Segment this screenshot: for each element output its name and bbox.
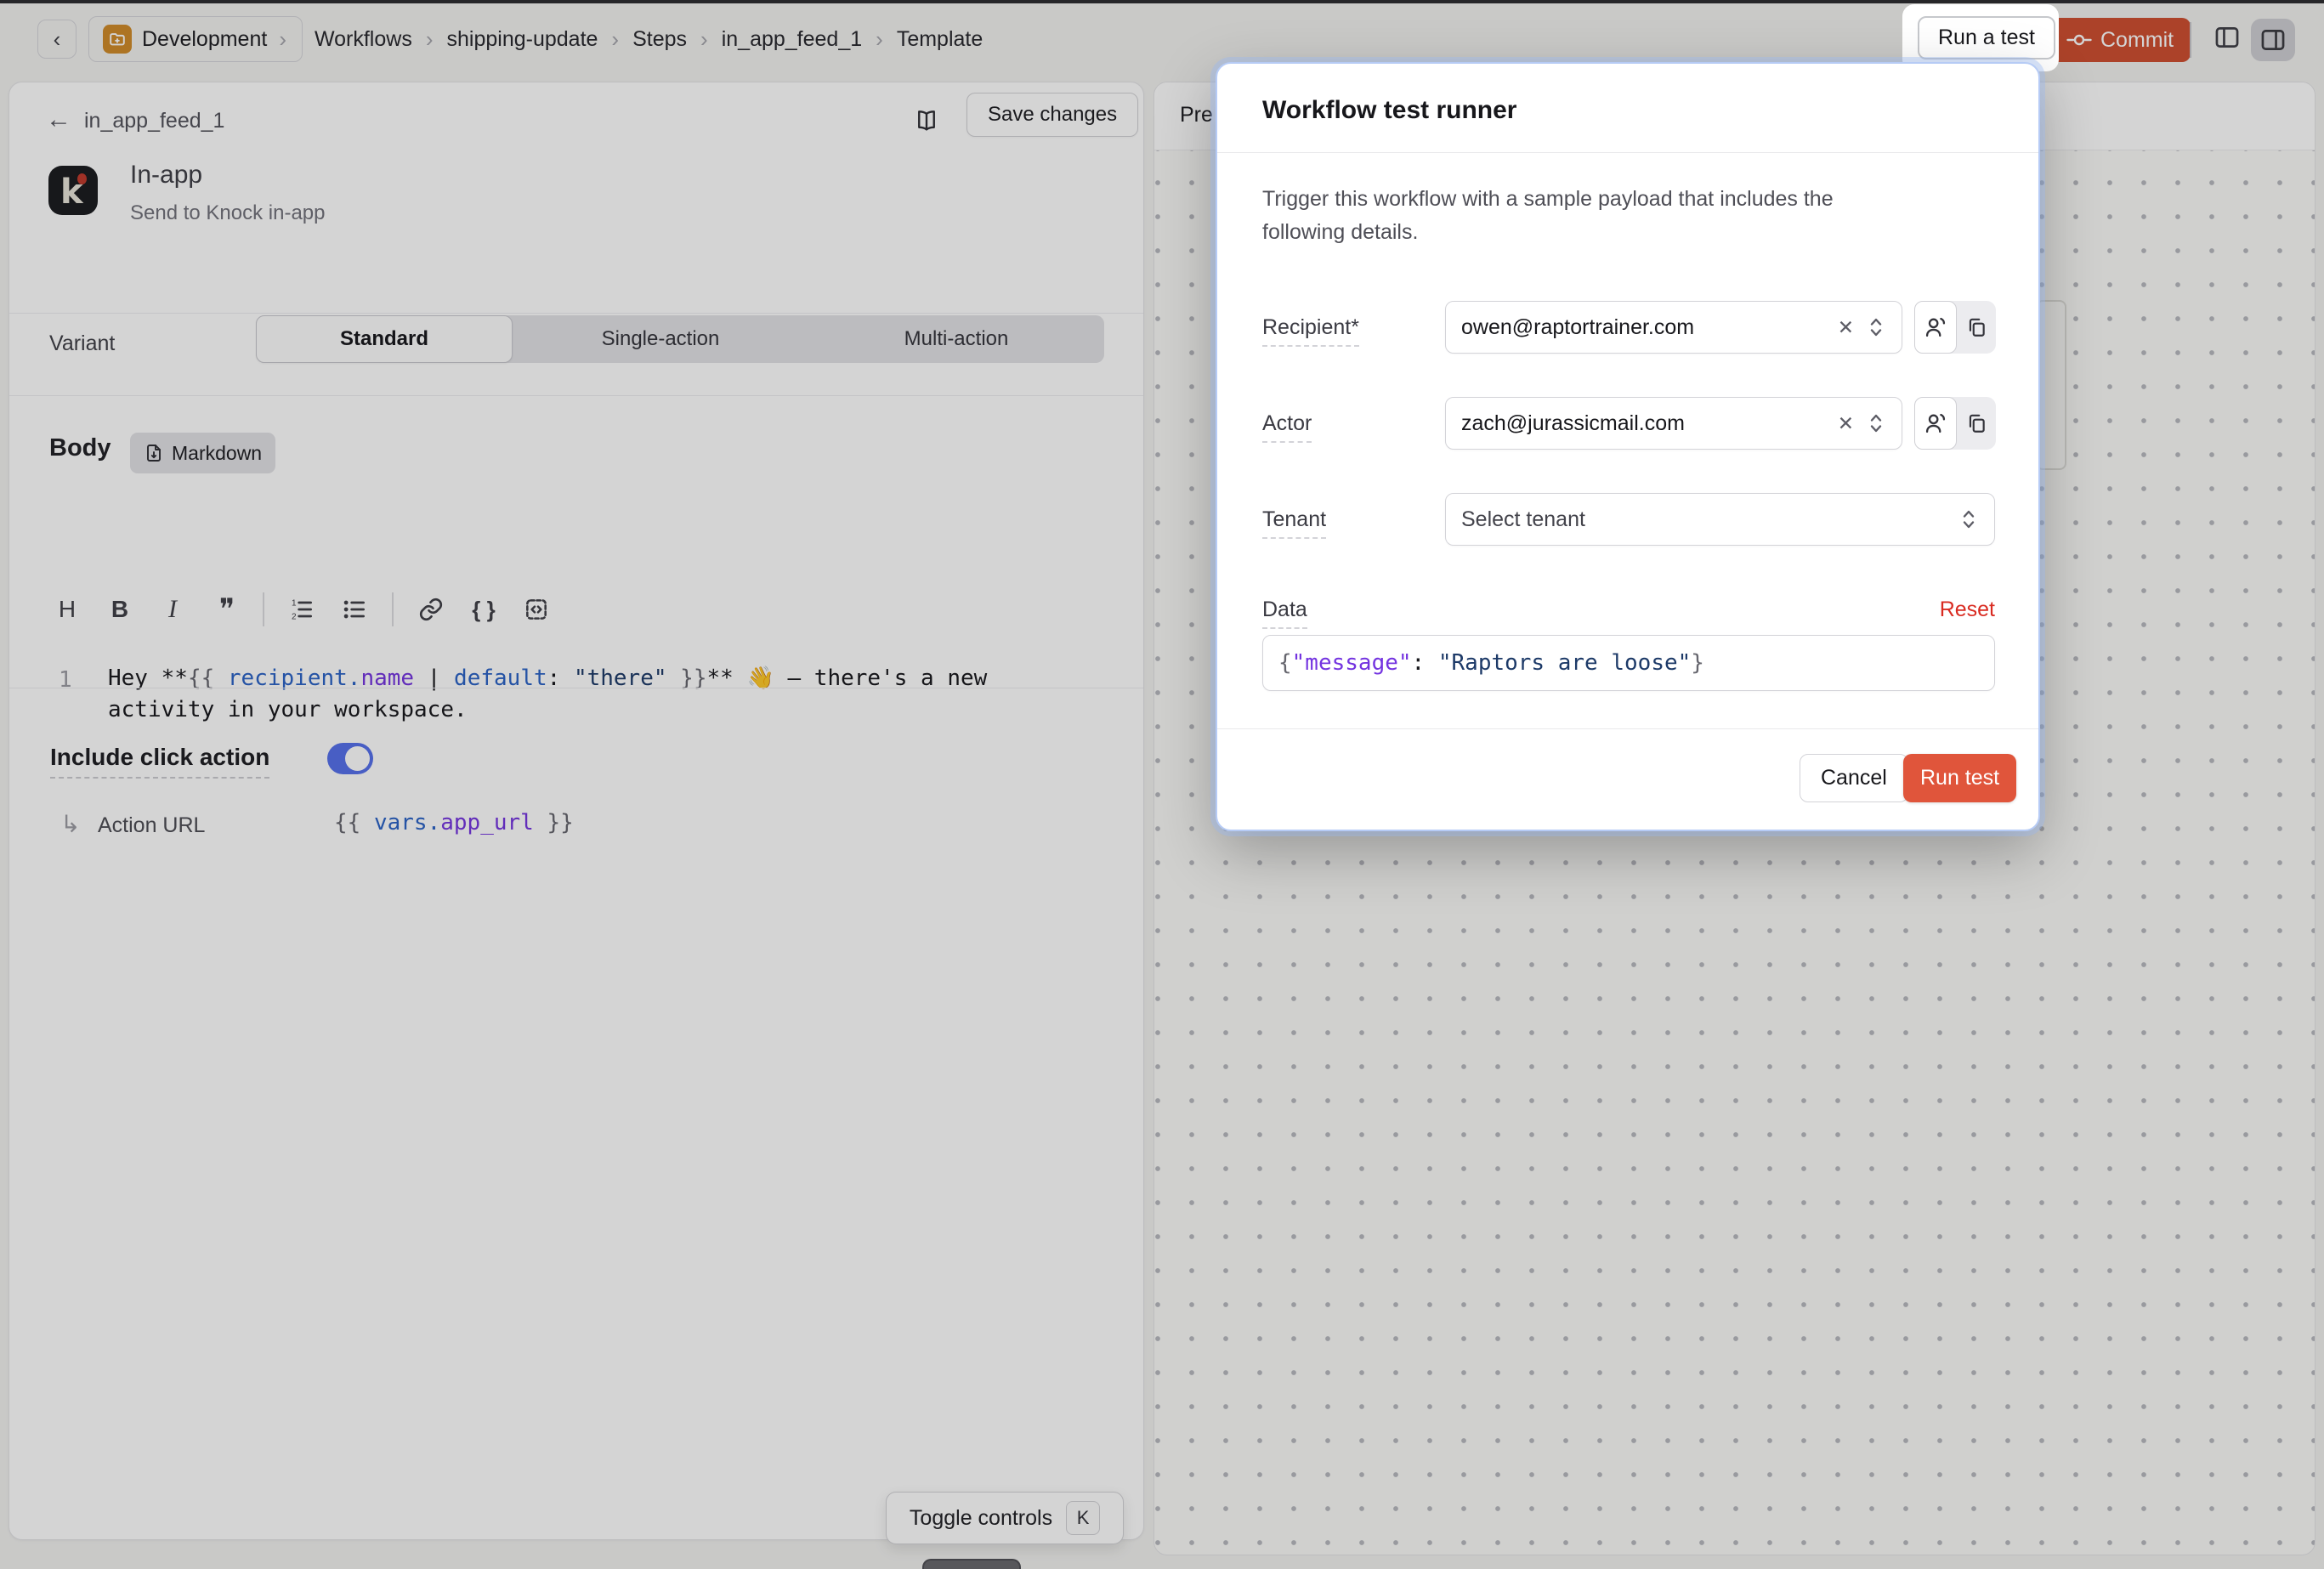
recipient-value: owen@raptortrainer.com — [1461, 315, 1826, 340]
actor-combobox[interactable]: zach@jurassicmail.com ✕ — [1445, 397, 1902, 450]
chevron-updown-icon — [1958, 507, 1979, 531]
tenant-select[interactable]: Select tenant — [1445, 493, 1995, 546]
run-a-test-button[interactable]: Run a test — [1918, 16, 2055, 59]
workflow-test-runner-modal: Workflow test runner Trigger this workfl… — [1216, 62, 2040, 831]
modal-title: Workflow test runner — [1262, 96, 1516, 125]
actor-label: Actor — [1262, 411, 1312, 443]
user-select-icon[interactable] — [1914, 301, 1957, 354]
copy-icon[interactable] — [1957, 397, 1996, 450]
chevron-updown-icon[interactable] — [1866, 411, 1886, 435]
copy-icon[interactable] — [1957, 301, 1996, 354]
clear-icon[interactable]: ✕ — [1826, 412, 1866, 435]
data-reset-link[interactable]: Reset — [1217, 598, 1995, 622]
actor-mode-control — [1914, 397, 1996, 450]
run-test-button[interactable]: Run test — [1903, 754, 2016, 802]
data-json-value: {"message": "Raptors are loose"} — [1278, 650, 1704, 676]
recipient-mode-control — [1914, 301, 1996, 354]
recipient-combobox[interactable]: owen@raptortrainer.com ✕ — [1445, 301, 1902, 354]
tenant-placeholder: Select tenant — [1461, 507, 1958, 532]
modal-header-divider — [1217, 152, 2038, 153]
cancel-button[interactable]: Cancel — [1800, 754, 1908, 802]
tenant-label: Tenant — [1262, 507, 1326, 539]
chevron-updown-icon[interactable] — [1866, 315, 1886, 339]
modal-footer-divider — [1217, 728, 2038, 729]
recipient-label: Recipient* — [1262, 315, 1359, 347]
data-json-input[interactable]: {"message": "Raptors are loose"} — [1262, 635, 1995, 691]
actor-value: zach@jurassicmail.com — [1461, 411, 1826, 436]
clear-icon[interactable]: ✕ — [1826, 316, 1866, 339]
user-select-icon[interactable] — [1914, 397, 1957, 450]
modal-description: Trigger this workflow with a sample payl… — [1262, 183, 1919, 249]
